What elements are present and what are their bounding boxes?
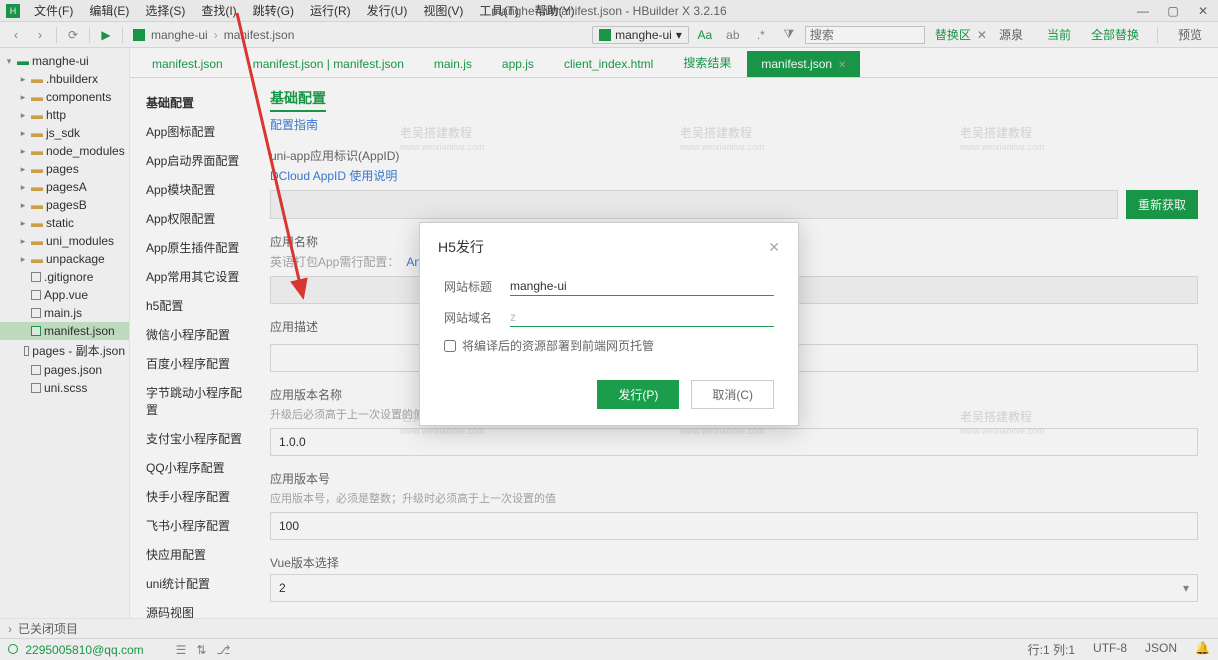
- dialog-title: H5发行: [438, 237, 484, 257]
- deploy-checkbox-input[interactable]: [444, 340, 456, 352]
- h5-publish-dialog: H5发行 ✕ 网站标题 manghe-ui 网站域名 z 将编译后的资源部署到前…: [419, 222, 799, 426]
- site-title-input[interactable]: manghe-ui: [510, 277, 774, 296]
- site-domain-input[interactable]: z: [510, 308, 774, 327]
- dialog-mask: H5发行 ✕ 网站标题 manghe-ui 网站域名 z 将编译后的资源部署到前…: [0, 0, 1218, 660]
- publish-button[interactable]: 发行(P): [597, 380, 679, 409]
- deploy-checkbox[interactable]: 将编译后的资源部署到前端网页托管: [444, 333, 774, 358]
- close-icon[interactable]: ✕: [768, 239, 780, 256]
- site-title-label: 网站标题: [444, 278, 500, 295]
- site-domain-label: 网站域名: [444, 309, 500, 326]
- cancel-button[interactable]: 取消(C): [691, 380, 774, 409]
